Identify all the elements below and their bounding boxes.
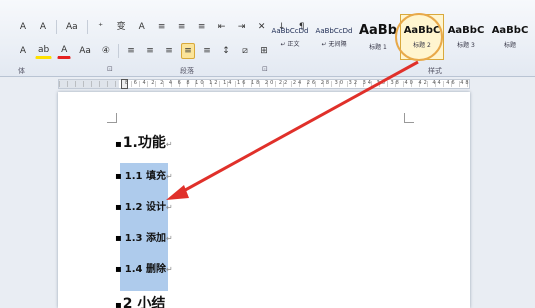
justify-button[interactable]: ≡ bbox=[180, 43, 195, 59]
ribbon-row-font-paragraph-top: A A Aa ⁺ 变 A ≡ ≡ ≡ ⇤ ⇥ ✕ ↓ ¶ bbox=[16, 19, 309, 35]
bullet-mark: ▪ bbox=[115, 233, 122, 244]
text-effects-button[interactable]: A bbox=[16, 43, 30, 59]
style-no-spacing[interactable]: AaBbCcDd ↵ 无间隔 bbox=[312, 14, 356, 60]
margin-corner-mark bbox=[107, 113, 117, 123]
style-name: ↵ 正文 bbox=[280, 40, 300, 48]
bullet-mark: ▪ bbox=[115, 139, 122, 150]
align-left-button[interactable]: ≡ bbox=[124, 43, 138, 59]
style-name: 标题 bbox=[503, 42, 516, 49]
style-preview: AaBbC bbox=[491, 25, 529, 36]
style-preview: AaBb bbox=[358, 23, 398, 38]
increase-indent-button[interactable]: ⇥ bbox=[235, 19, 249, 35]
subheading[interactable]: ▪ 1.2 设计 ↵ bbox=[115, 198, 173, 213]
distributed-button[interactable]: ≡ bbox=[200, 43, 214, 59]
paragraph-mark: ↵ bbox=[165, 203, 173, 212]
shrink-font-button[interactable]: A bbox=[36, 19, 50, 35]
decrease-indent-button[interactable]: ⇤ bbox=[215, 19, 229, 35]
align-center-button[interactable]: ≡ bbox=[143, 43, 157, 59]
subheading[interactable]: ▪ 1.4 删除 ↵ bbox=[115, 260, 173, 275]
bullet-mark: ▪ bbox=[115, 264, 122, 275]
shading-button[interactable]: ⧄ bbox=[238, 43, 252, 59]
phonetic-guide-button[interactable]: ⁺ bbox=[94, 19, 108, 35]
heading-1-text: 1.功能 bbox=[122, 135, 166, 151]
heading-1[interactable]: ▪ 1.功能 ↵ bbox=[115, 132, 173, 152]
heading-2-text: 2 小结 bbox=[122, 296, 166, 308]
style-heading-1[interactable]: AaBb 标题 1 bbox=[356, 14, 400, 60]
numbering-button[interactable]: ≡ bbox=[175, 19, 189, 35]
bullet-mark: ▪ bbox=[115, 171, 122, 182]
bullet-mark: ▪ bbox=[115, 202, 122, 213]
ruler-numbers: 8 6 4 2 2 4 6 8 10 12 14 16 18 20 22 24 … bbox=[125, 80, 471, 86]
heading-2[interactable]: ▪ 2 小结 bbox=[115, 293, 165, 308]
style-name: 标题 3 bbox=[457, 42, 475, 49]
enclosed-char-button[interactable]: ④ bbox=[99, 43, 113, 59]
paragraph-mark: ↵ bbox=[165, 172, 173, 181]
highlight-circle bbox=[395, 13, 443, 61]
style-preview: AaBbCcDd bbox=[315, 26, 353, 35]
separator bbox=[56, 20, 57, 34]
style-name: 标题 1 bbox=[369, 44, 387, 51]
subheading-text: 1.3 添加 bbox=[124, 233, 166, 244]
style-preview: AaBbCcDd bbox=[271, 26, 309, 35]
grow-font-button[interactable]: A bbox=[16, 19, 30, 35]
subheading-text: 1.1 填充 bbox=[124, 171, 166, 182]
subheading[interactable]: ▪ 1.3 添加 ↵ bbox=[115, 229, 173, 244]
subheading-text: 1.2 设计 bbox=[124, 202, 166, 213]
ribbon: A A Aa ⁺ 变 A ≡ ≡ ≡ ⇤ ⇥ ✕ ↓ ¶ A ab A Aa ④… bbox=[0, 0, 535, 77]
change-case-button[interactable]: Aa bbox=[63, 19, 81, 35]
character-shading-button[interactable]: Aa bbox=[76, 43, 94, 59]
styles-group-label: 样式 bbox=[428, 67, 442, 75]
style-heading-3[interactable]: AaBbC 标题 3 bbox=[444, 14, 488, 60]
subheading[interactable]: ▪ 1.1 填充 ↵ bbox=[115, 167, 173, 182]
highlight-color-button[interactable]: ab bbox=[35, 43, 53, 59]
margin-corner-mark bbox=[404, 113, 414, 123]
paragraph-group-label: 段落 bbox=[180, 67, 194, 75]
paragraph-dialog-launcher-icon[interactable]: ⊡ bbox=[262, 65, 268, 73]
style-name: ↵ 无间隔 bbox=[321, 40, 347, 48]
character-border-button[interactable]: 变 bbox=[114, 19, 129, 35]
horizontal-ruler[interactable]: 8 6 4 2 2 4 6 8 10 12 14 16 18 20 22 24 … bbox=[58, 79, 470, 89]
bullet-mark: ▪ bbox=[115, 300, 122, 308]
document-page[interactable]: ▪ 1.功能 ↵ ▪ 1.1 填充 ↵ ▪ 1.2 设计 ↵ ▪ 1.3 添加 … bbox=[58, 92, 470, 308]
bullets-button[interactable]: ≡ bbox=[155, 19, 169, 35]
font-dialog-launcher-icon[interactable]: ⊡ bbox=[107, 65, 113, 73]
paragraph-mark: ↵ bbox=[165, 140, 173, 149]
style-title[interactable]: AaBbC 标题 bbox=[488, 14, 532, 60]
separator bbox=[86, 20, 88, 34]
style-preview: AaBbC bbox=[447, 25, 485, 36]
line-spacing-button[interactable]: ↕ bbox=[219, 43, 233, 59]
chinese-layout-button[interactable]: ✕ bbox=[255, 19, 269, 35]
multilevel-list-button[interactable]: ≡ bbox=[195, 19, 209, 35]
separator bbox=[117, 44, 119, 58]
enclose-character-button[interactable]: A bbox=[135, 19, 149, 35]
paragraph-mark: ↵ bbox=[165, 234, 173, 243]
subheading-text: 1.4 删除 bbox=[124, 264, 166, 275]
font-group-label: 体 bbox=[18, 67, 25, 75]
paragraph-mark: ↵ bbox=[165, 265, 173, 274]
align-right-button[interactable]: ≡ bbox=[162, 43, 176, 59]
style-normal[interactable]: AaBbCcDd ↵ 正文 bbox=[268, 14, 312, 60]
ribbon-row-font-paragraph-bottom: A ab A Aa ④ ≡ ≡ ≡ ≡ ≡ ↕ ⧄ ⊞ bbox=[16, 43, 271, 59]
font-color-button[interactable]: A bbox=[57, 43, 72, 59]
